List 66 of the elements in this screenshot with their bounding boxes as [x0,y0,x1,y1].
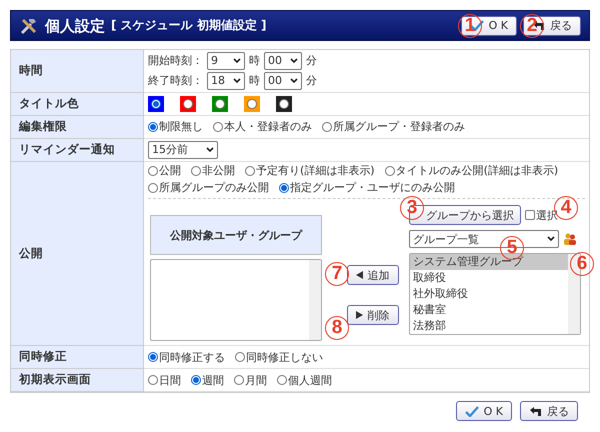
remove-button[interactable]: 削除 [346,305,398,326]
color-swatch[interactable] [212,96,228,112]
caret-icon [206,147,214,153]
radio-option[interactable]: 予定有り(詳細は非表示) [245,164,375,178]
page-title: 個人設定 [45,16,105,34]
radio-option[interactable]: 週間 [191,374,224,387]
row-label: タイトル色 [11,93,144,116]
unit-label: 時 [249,74,260,88]
radio-option[interactable]: 同時修正する [148,350,225,364]
ok-button[interactable]: O K [456,401,512,422]
row-label: リマインダー通知 [11,139,144,162]
target-heading: 公開対象ユーザ・グループ [150,215,322,256]
caret-icon [547,236,555,242]
color-swatch[interactable] [148,96,164,112]
callout-number: 6 [570,252,594,276]
right-triangle-icon [356,311,362,320]
left-triangle-icon [356,271,362,280]
caret-icon [233,78,241,84]
group-item[interactable]: 取締役 [410,270,568,286]
callout-number: 7 [325,262,349,286]
row-label: 同時修正 [11,346,144,370]
row-label: 編集権限 [11,116,144,139]
radio-option[interactable]: 所属グループ・登録者のみ [322,120,465,134]
radio-option[interactable]: 月間 [234,374,267,387]
color-swatch[interactable] [180,96,196,112]
hour-select[interactable]: 9 [207,52,245,70]
row-label: 公開 [11,162,144,346]
callout-number: 1 [458,14,482,38]
callout-number: 2 [520,14,544,38]
radio-option[interactable]: 指定グループ・ユーザにのみ公開 [279,181,455,194]
group-item[interactable]: 秘書室 [410,302,568,318]
radio-option[interactable]: 公開 [148,164,181,178]
hour-select[interactable]: 18 [207,72,245,90]
row-label: 時間 [11,50,144,93]
radio-option[interactable]: タイトルのみ公開(詳細は非表示) [384,164,558,178]
caret-icon [233,58,241,64]
row-label: 初期表示画面 [11,369,144,392]
radio-option[interactable]: 本人・登録者のみ [213,120,312,134]
time-caption: 開始時刻： [148,54,203,68]
callout-number: 8 [325,316,349,340]
group-item[interactable]: 社外取締役 [410,286,568,302]
minute-select[interactable]: 00 [264,52,302,70]
back-button[interactable]: 戻る [520,401,578,422]
add-button[interactable]: 追加 [346,265,398,286]
time-caption: 終了時刻： [148,74,203,88]
color-swatch[interactable] [276,96,292,112]
unit-label: 分 [306,74,317,88]
minute-select[interactable]: 00 [264,72,302,90]
people-icon[interactable] [563,232,577,246]
radio-option[interactable]: 同時修正しない [235,350,323,364]
reminder-select[interactable]: 15分前 [148,141,218,159]
radio-option[interactable]: 制限無し [148,120,203,134]
unit-label: 時 [249,54,260,68]
caret-icon [290,78,298,84]
check-icon [464,406,479,417]
radio-option[interactable]: 非公開 [191,164,235,178]
page-subtitle: [ スケジュール 初期値設定 ] [111,18,268,33]
color-swatch[interactable] [244,96,260,112]
radio-option[interactable]: 日間 [148,374,181,387]
unit-label: 分 [306,54,317,68]
group-item[interactable]: 法務部 [410,318,568,334]
radio-option[interactable]: 所属グループのみ公開 [148,181,269,194]
caret-icon [290,58,298,64]
scrollbar[interactable] [309,260,321,340]
return-arrow-icon [529,406,542,417]
radio-option[interactable]: 個人週間 [277,374,332,387]
